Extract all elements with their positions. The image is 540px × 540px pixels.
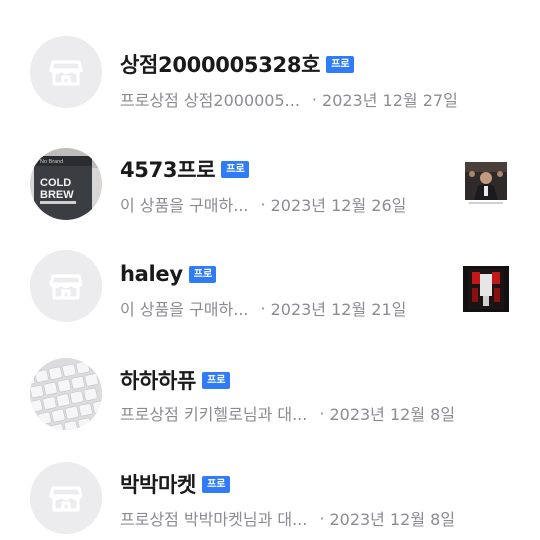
- chat-name-line: 하하하퓨 프로: [120, 364, 230, 396]
- product-photo: [463, 160, 509, 206]
- store-icon: [30, 250, 102, 322]
- store-icon: [30, 36, 102, 108]
- chat-name: 하하하퓨: [120, 369, 197, 393]
- product-thumbnail[interactable]: [463, 266, 509, 312]
- pro-badge: 프로: [202, 371, 230, 389]
- separator-dot: ·: [319, 508, 325, 528]
- avatar: No Brand COLD BREW: [30, 148, 102, 220]
- chat-list: 상점2000005328호 프로 프로상점 상점2000005... · 202…: [0, 0, 540, 540]
- avatar-brand-text: No Brand: [40, 159, 63, 165]
- chat-name-line: 상점2000005328호 프로: [120, 48, 354, 80]
- avatar: [30, 250, 102, 322]
- chat-preview-line: 프로상점 박박마켓님과 대... · 2023년 12월 8일: [120, 506, 455, 530]
- chat-preview-line: 이 상품을 구매하... · 2023년 12월 26일: [120, 192, 406, 216]
- poster-photo: [463, 266, 509, 312]
- chat-name: haley: [120, 262, 183, 286]
- chat-name: 상점2000005328호: [120, 53, 321, 77]
- separator-dot: ·: [260, 298, 266, 318]
- pro-badge: 프로: [202, 475, 230, 493]
- chat-preview: 프로상점 박박마켓님과 대...: [120, 510, 308, 529]
- store-icon: [30, 462, 102, 534]
- cold-brew-photo: No Brand COLD BREW: [30, 148, 102, 220]
- separator-dot: ·: [260, 194, 266, 214]
- chat-preview-line: 이 상품을 구매하... · 2023년 12월 21일: [120, 296, 406, 320]
- chat-name: 박박마켓: [120, 473, 197, 497]
- pro-badge: 프로: [326, 55, 354, 73]
- separator-dot: ·: [319, 403, 325, 423]
- chat-preview-line: 프로상점 상점2000005... · 2023년 12월 27일: [120, 87, 458, 111]
- chat-date: 2023년 12월 21일: [270, 300, 407, 319]
- chat-date: 2023년 12월 26일: [270, 196, 407, 215]
- chat-preview: 프로상점 상점2000005...: [120, 91, 300, 110]
- chat-row[interactable]: 하하하퓨 프로 프로상점 키키헬로님과 대... · 2023년 12월 8일: [0, 334, 540, 442]
- chat-date: 2023년 12월 8일: [329, 405, 456, 424]
- separator-dot: ·: [311, 89, 318, 109]
- pro-badge: 프로: [221, 160, 249, 178]
- product-thumbnail[interactable]: [463, 160, 509, 206]
- chat-row[interactable]: 상점2000005328호 프로 프로상점 상점2000005... · 202…: [0, 10, 540, 118]
- chat-row[interactable]: 박박마켓 프로 프로상점 박박마켓님과 대... · 2023년 12월 8일: [0, 442, 540, 540]
- chat-preview: 이 상품을 구매하...: [120, 196, 249, 215]
- chat-preview: 이 상품을 구매하...: [120, 300, 249, 319]
- avatar-text-brew: BREW: [40, 189, 74, 201]
- avatar: [30, 462, 102, 534]
- chat-preview: 프로상점 키키헬로님과 대...: [120, 405, 308, 424]
- chat-row[interactable]: [0, 0, 540, 10]
- avatar: [30, 36, 102, 108]
- pro-badge: 프로: [188, 265, 217, 283]
- chat-name-line: 4573프로 프로: [120, 153, 249, 185]
- chat-date: 2023년 12월 27일: [322, 91, 458, 110]
- chat-preview-line: 프로상점 키키헬로님과 대... · 2023년 12월 8일: [120, 401, 455, 425]
- chat-name: 4573프로: [120, 158, 216, 182]
- avatar-text-cold: COLD: [40, 177, 71, 189]
- avatar: [30, 358, 102, 430]
- chat-row[interactable]: haley 프로 이 상품을 구매하... · 2023년 12월 21일: [0, 226, 540, 334]
- chat-date: 2023년 12월 8일: [329, 510, 456, 529]
- chat-name-line: haley 프로: [120, 258, 217, 290]
- chat-row[interactable]: No Brand COLD BREW 4573프로 프로 이 상품을 구매하..…: [0, 118, 540, 226]
- chat-name-line: 박박마켓 프로: [120, 468, 230, 500]
- keyboard-photo: [30, 358, 102, 430]
